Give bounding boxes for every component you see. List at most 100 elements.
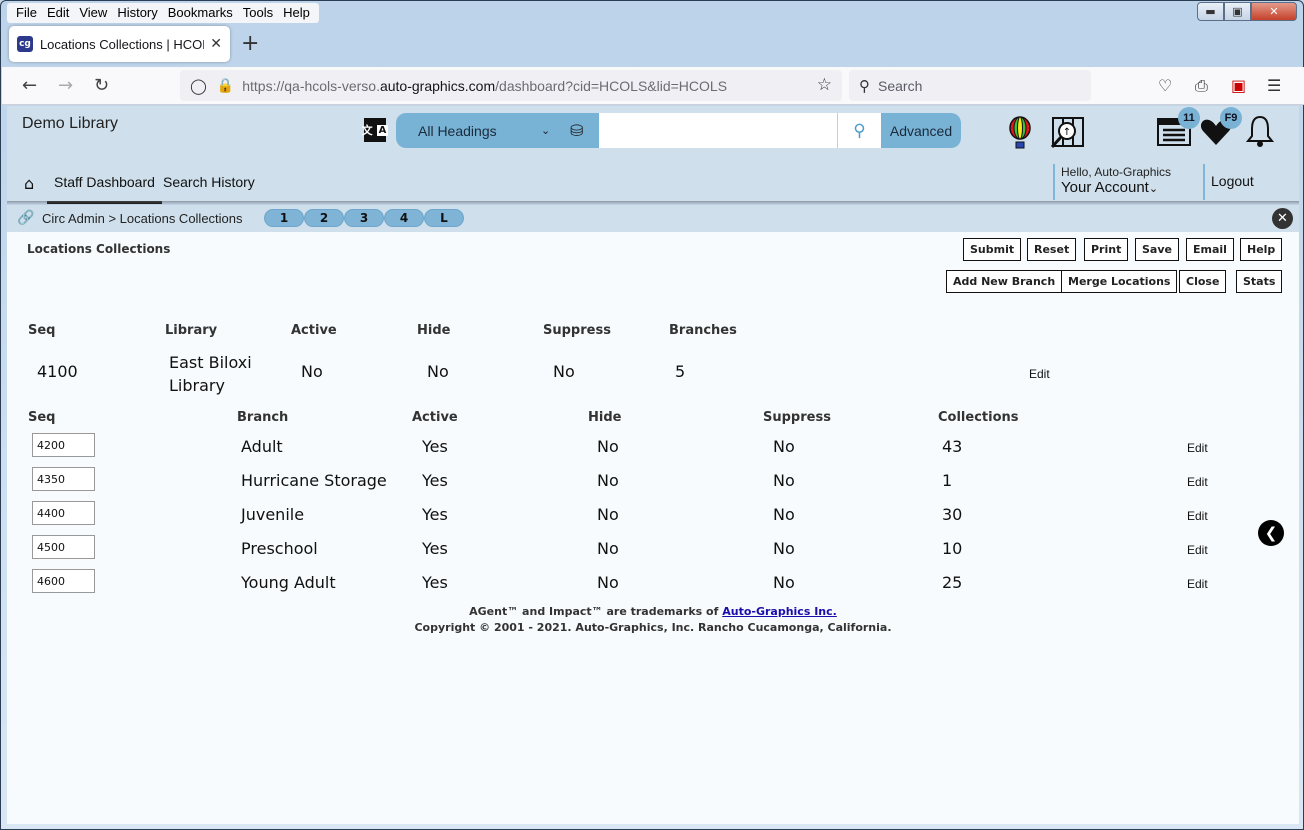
branch-hide: No [597, 539, 619, 558]
branch-name: Adult [241, 437, 283, 456]
pill-1[interactable]: 1 [264, 209, 304, 227]
svg-text:↑: ↑ [1063, 127, 1071, 138]
chevron-down-icon: ⌄ [541, 125, 551, 137]
branch-edit-link[interactable]: Edit [1187, 509, 1208, 523]
search-submit-button[interactable]: ⚲ [837, 113, 881, 148]
balloon-icon[interactable] [1008, 116, 1032, 150]
branch-collections: 10 [942, 539, 963, 558]
logout-link[interactable]: Logout [1203, 164, 1254, 200]
stats-button[interactable]: Stats [1236, 270, 1283, 293]
branch-suppress: No [773, 471, 795, 490]
pill-l[interactable]: L [424, 209, 464, 227]
submit-button[interactable]: Submit [963, 238, 1022, 261]
forward-icon[interactable]: → [58, 75, 73, 96]
shield-icon[interactable]: ◯ [190, 77, 207, 95]
quick-pills: 1 2 3 4 L [264, 209, 464, 227]
menu-edit[interactable]: Edit [42, 3, 74, 23]
branch-suppress: No [773, 573, 795, 592]
branch-seq-input[interactable] [32, 501, 95, 525]
tab-locations-collections[interactable]: cg Locations Collections | HCOLS | ✕ [9, 26, 230, 62]
maximize-button[interactable]: ▣ [1224, 2, 1251, 21]
menu-history[interactable]: History [112, 3, 162, 23]
menu-file[interactable]: File [11, 3, 42, 23]
database-icon[interactable]: ⛁ [570, 121, 583, 141]
branch-collections: 1 [942, 471, 953, 490]
pocket-icon[interactable]: ♡ [1158, 76, 1172, 95]
library-name: Demo Library [22, 115, 119, 132]
branch-seq-input[interactable] [32, 535, 95, 559]
back-icon[interactable]: ← [22, 75, 37, 96]
menu-bar: File Edit View History Bookmarks Tools H… [7, 3, 319, 23]
account-menu[interactable]: Hello, Auto-Graphics Your Account⌄ [1053, 164, 1171, 200]
url-bar[interactable]: ◯ 🔒 https://qa-hcols-verso.auto-graphics… [180, 70, 842, 101]
top-nav: ⌂ Staff Dashboard Search History Hello, … [7, 164, 1299, 204]
lib-branches: 5 [675, 362, 686, 381]
pill-2[interactable]: 2 [304, 209, 344, 227]
search-scope-select[interactable]: All Headings ⌄ ⛁ [396, 113, 599, 148]
page-title: Locations Collections [27, 242, 171, 256]
tab-close-icon[interactable]: ✕ [210, 36, 222, 52]
reload-icon[interactable]: ↻ [94, 75, 109, 96]
menu-help[interactable]: Help [278, 3, 315, 23]
translate-icon[interactable]: 文A [362, 118, 389, 142]
pill-3[interactable]: 3 [344, 209, 384, 227]
lib-edit-link[interactable]: Edit [1029, 367, 1050, 381]
branch-collections: 25 [942, 573, 963, 592]
main-content: Locations Collections Submit Reset Print… [7, 232, 1299, 824]
branch-edit-link[interactable]: Edit [1187, 441, 1208, 455]
branch-edit-link[interactable]: Edit [1187, 577, 1208, 591]
browser-search-input[interactable]: ⚲ Search [849, 70, 1091, 101]
branch-edit-link[interactable]: Edit [1187, 475, 1208, 489]
tab-title: Locations Collections | HCOLS | [39, 36, 204, 52]
branch-header-active: Active [412, 410, 458, 425]
lock-icon[interactable]: 🔒 [217, 78, 234, 94]
window-controls: ▬ ▣ ✕ [1197, 2, 1297, 21]
minimize-button[interactable]: ▬ [1197, 2, 1224, 21]
print-icon[interactable]: ⎙ [1195, 76, 1208, 96]
your-account-label[interactable]: Your Account [1061, 179, 1149, 196]
branch-suppress: No [773, 539, 795, 558]
branch-name: Preschool [241, 539, 318, 558]
add-new-branch-button[interactable]: Add New Branch [946, 270, 1063, 293]
url-text[interactable]: https://qa-hcols-verso.auto-graphics.com… [242, 78, 727, 94]
print-button[interactable]: Print [1084, 238, 1129, 261]
new-tab-button[interactable]: + [241, 31, 259, 56]
auto-graphics-link[interactable]: Auto-Graphics Inc. [722, 605, 837, 618]
merge-locations-button[interactable]: Merge Locations [1061, 270, 1178, 293]
branch-seq-input[interactable] [32, 467, 95, 491]
breadcrumb-bar: 🔗 Circ Admin > Locations Collections 1 2… [7, 205, 1299, 232]
branch-edit-link[interactable]: Edit [1187, 543, 1208, 557]
hamburger-menu-icon[interactable]: ☰ [1267, 76, 1281, 95]
window-close-button[interactable]: ✕ [1251, 2, 1297, 21]
catalog-lookup-icon[interactable]: ↑ [1049, 116, 1085, 150]
lib-header-branches: Branches [669, 323, 737, 338]
advanced-search-button[interactable]: Advanced [881, 113, 961, 148]
extension-icon[interactable]: ▣ [1231, 76, 1246, 95]
home-icon[interactable]: ⌂ [24, 174, 34, 193]
menu-tools[interactable]: Tools [238, 3, 278, 23]
close-circle-icon[interactable]: ✕ [1272, 208, 1293, 229]
branch-header-seq: Seq [28, 410, 56, 425]
greeting: Hello, Auto-Graphics [1061, 165, 1172, 179]
link-icon[interactable]: 🔗 [17, 210, 34, 226]
bell-icon[interactable] [1245, 114, 1275, 148]
menu-view[interactable]: View [74, 3, 112, 23]
nav-search-history[interactable]: Search History [163, 174, 255, 190]
catalog-search-input[interactable] [599, 113, 837, 148]
reset-button[interactable]: Reset [1027, 238, 1077, 261]
nav-staff-dashboard[interactable]: Staff Dashboard [47, 174, 162, 204]
branch-active: Yes [422, 505, 448, 524]
save-button[interactable]: Save [1135, 238, 1179, 261]
chevron-left-icon[interactable]: ❮ [1258, 520, 1284, 546]
branch-header-collections: Collections [938, 410, 1019, 425]
close-button[interactable]: Close [1179, 270, 1227, 293]
branch-seq-input[interactable] [32, 569, 95, 593]
menu-bookmarks[interactable]: Bookmarks [163, 3, 238, 23]
branch-header-branch: Branch [237, 410, 289, 425]
email-button[interactable]: Email [1186, 238, 1234, 261]
pill-4[interactable]: 4 [384, 209, 424, 227]
bookmark-star-icon[interactable]: ☆ [817, 75, 832, 95]
help-button[interactable]: Help [1240, 238, 1283, 261]
branch-name: Hurricane Storage [241, 471, 387, 490]
branch-seq-input[interactable] [32, 433, 95, 457]
